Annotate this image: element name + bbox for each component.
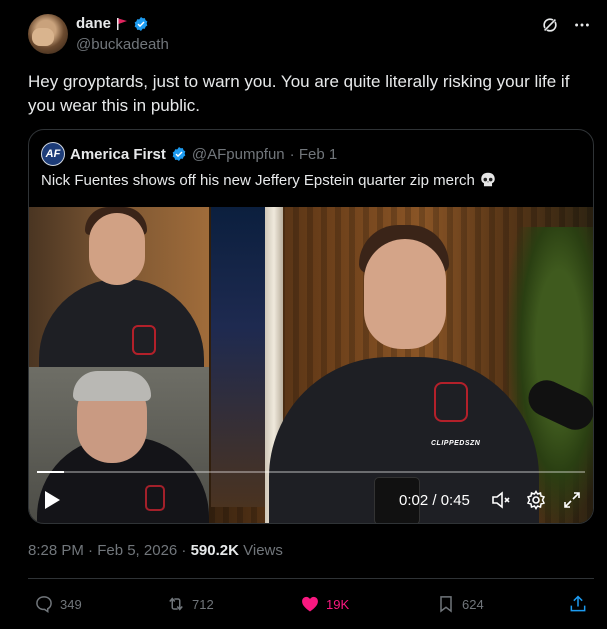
- video-progress-bar[interactable]: [37, 471, 585, 473]
- grok-icon[interactable]: [541, 16, 559, 34]
- bookmark-icon: [440, 596, 452, 613]
- play-icon[interactable]: [43, 490, 61, 510]
- tweet: dane @buckadeath Hey groyptards, just to…: [0, 0, 607, 629]
- video-controls: 0:02 / 0:45: [29, 485, 593, 515]
- author-name-row: dane: [76, 15, 149, 32]
- shirt-logo-inset-top: [132, 325, 156, 355]
- divider: [28, 578, 594, 579]
- video-player[interactable]: CLIPPEDSZN 0:02 / 0:45: [29, 207, 593, 523]
- quote-name[interactable]: America First: [70, 146, 166, 163]
- tweet-meta: 8:28 PM · Feb 5, 2026 · 590.2K Views: [28, 542, 283, 559]
- author-avatar[interactable]: [28, 14, 68, 54]
- shirt-logo: [434, 382, 468, 422]
- quote-date[interactable]: · Feb 1: [290, 146, 338, 163]
- window: [211, 207, 266, 507]
- video-time: 0:02 / 0:45: [399, 492, 470, 509]
- reply-icon: [36, 596, 52, 614]
- author-name[interactable]: dane: [76, 15, 111, 32]
- views-count: 590.2K: [190, 542, 239, 559]
- quote-avatar[interactable]: AF: [41, 142, 65, 166]
- repost-button[interactable]: 712: [166, 594, 214, 614]
- bookmark-button[interactable]: 624: [436, 594, 484, 614]
- quote-text: Nick Fuentes shows off his new Jeffery E…: [41, 171, 475, 189]
- verified-icon: [134, 16, 148, 31]
- quote-header: AF America First @AFpumpfun · Feb 1: [41, 142, 337, 166]
- views-label: Views: [243, 542, 283, 559]
- reply-button[interactable]: 349: [34, 594, 82, 614]
- share-icon: [570, 595, 586, 612]
- quoted-tweet[interactable]: AF America First @AFpumpfun · Feb 1 Nick…: [28, 129, 594, 524]
- tweet-text: Hey groyptards, just to warn you. You ar…: [28, 72, 570, 115]
- head-inset-top: [89, 213, 145, 285]
- quote-handle[interactable]: @AFpumpfun: [192, 146, 285, 163]
- like-icon: [302, 596, 318, 612]
- head-main: [364, 239, 446, 349]
- author-handle[interactable]: @buckadeath: [76, 36, 169, 53]
- like-count: 19K: [326, 596, 350, 612]
- more-icon[interactable]: [573, 16, 591, 34]
- quote-text-row: Nick Fuentes shows off his new Jeffery E…: [41, 171, 497, 189]
- expand-icon[interactable]: [562, 490, 582, 510]
- repost-count: 712: [192, 596, 214, 612]
- mute-icon[interactable]: [491, 490, 511, 510]
- flag-icon: [117, 17, 128, 30]
- bookmark-count: 624: [462, 596, 484, 612]
- share-button[interactable]: [568, 594, 588, 614]
- video-watermark: CLIPPEDSZN: [431, 440, 481, 447]
- reply-count: 349: [60, 596, 82, 612]
- action-bar: 349 712 19K 624: [0, 590, 607, 618]
- repost-icon: [169, 597, 183, 611]
- skull-icon: [481, 172, 495, 187]
- top-actions: [541, 16, 591, 34]
- tweet-timestamp[interactable]: 8:28 PM · Feb 5, 2026 ·: [28, 542, 186, 559]
- gear-icon[interactable]: [526, 490, 546, 510]
- like-button[interactable]: 19K: [300, 594, 349, 614]
- verified-icon: [172, 147, 186, 161]
- hair-inset-bottom: [73, 371, 151, 401]
- video-progress-fill: [37, 471, 65, 473]
